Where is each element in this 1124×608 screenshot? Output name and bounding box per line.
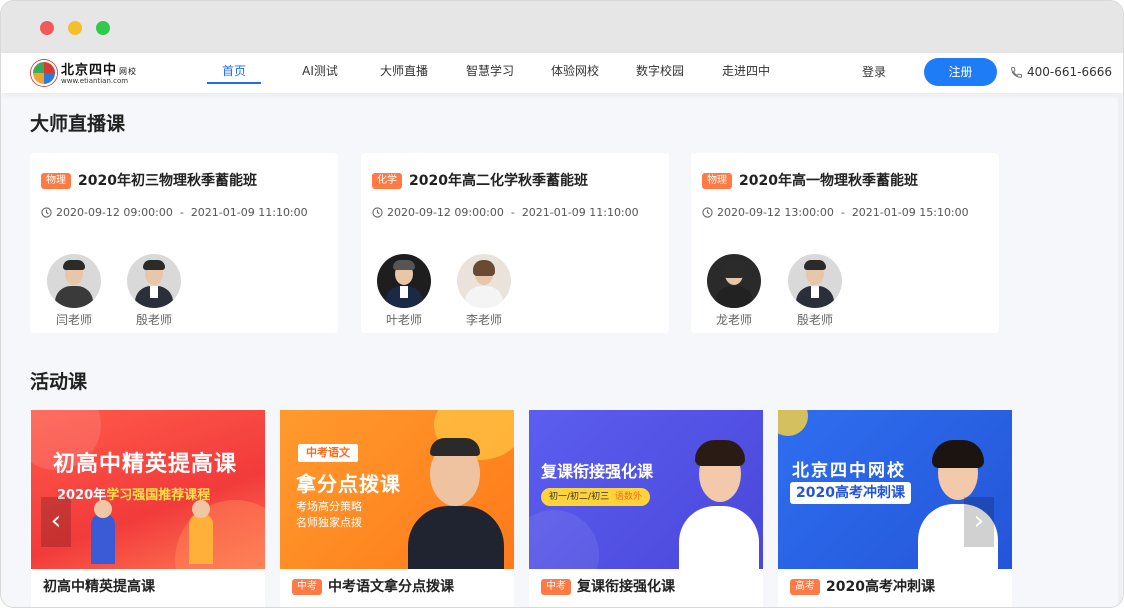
banner-pill: 初一/初二/初三 语数外 bbox=[541, 488, 650, 506]
teacher[interactable]: 闫老师 bbox=[47, 254, 101, 328]
activity-course-title[interactable]: 高考 2020高考冲刺课 bbox=[790, 576, 935, 596]
banner-subline: 2020高考冲刺课 bbox=[790, 482, 911, 504]
nav-ai-test[interactable]: AI测试 bbox=[293, 53, 347, 93]
teacher-name: 殷老师 bbox=[796, 313, 833, 327]
activity-course-card[interactable]: 中考语文 拿分点拨课 考场高分策略 名师独家点拨 中考 中考语文拿分点拨课 bbox=[280, 410, 514, 607]
carousel-next-button[interactable]: › bbox=[964, 497, 994, 547]
teacher-avatar bbox=[377, 254, 431, 308]
subject-tag: 物理 bbox=[41, 173, 71, 189]
phone-icon bbox=[1011, 67, 1022, 78]
clock-icon bbox=[372, 207, 383, 218]
course-time: 2020-09-12 09:00:00 - 2021-01-09 11:10:0… bbox=[372, 206, 639, 219]
teacher[interactable]: 李老师 bbox=[457, 254, 511, 328]
site-logo[interactable]: 北京四中 网校 www.etiantian.com bbox=[31, 58, 149, 88]
teacher-name: 叶老师 bbox=[385, 313, 422, 327]
activity-banner[interactable]: 复课衔接强化课 初一/初二/初三 语数外 bbox=[529, 410, 763, 569]
subject-tag: 物理 bbox=[702, 173, 732, 189]
teacher-avatar bbox=[47, 254, 101, 308]
teacher[interactable]: 叶老师 bbox=[377, 254, 431, 328]
activity-course-title[interactable]: 中考 中考语文拿分点拨课 bbox=[292, 576, 454, 596]
teacher-name: 闫老师 bbox=[55, 313, 92, 327]
teacher[interactable]: 龙老师 bbox=[707, 254, 761, 328]
login-link[interactable]: 登录 bbox=[862, 53, 886, 91]
teacher-avatar bbox=[457, 254, 511, 308]
nav-trial-school[interactable]: 体验网校 bbox=[548, 53, 602, 93]
banner-headline: 拿分点拨课 bbox=[296, 472, 401, 496]
logo-text: 北京四中 网校 bbox=[61, 63, 138, 78]
register-button[interactable]: 注册 bbox=[924, 58, 997, 86]
carousel-prev-button[interactable]: ‹ bbox=[41, 497, 71, 547]
nav-home[interactable]: 首页 bbox=[207, 53, 261, 93]
teacher-name: 李老师 bbox=[465, 313, 502, 327]
live-course-card[interactable]: 物理 2020年高一物理秋季蓄能班 2020-09-12 13:00:00 - … bbox=[691, 153, 999, 333]
level-tag: 高考 bbox=[790, 579, 820, 595]
nav-smart-learning[interactable]: 智慧学习 bbox=[463, 53, 517, 93]
course-time: 2020-09-12 13:00:00 - 2021-01-09 15:10:0… bbox=[702, 206, 969, 219]
clock-icon bbox=[702, 207, 713, 218]
teacher-avatar bbox=[788, 254, 842, 308]
level-tag: 中考 bbox=[541, 579, 571, 595]
activity-course-title[interactable]: 初高中精英提高课 bbox=[43, 576, 155, 596]
course-time: 2020-09-12 09:00:00 - 2021-01-09 11:10:0… bbox=[41, 206, 308, 219]
hotline: 400-661-6666 bbox=[1010, 53, 1112, 91]
teacher-name: 殷老师 bbox=[135, 313, 172, 327]
course-title[interactable]: 2020年高二化学秋季蓄能班 bbox=[409, 170, 588, 190]
nav-master-live[interactable]: 大师直播 bbox=[377, 53, 431, 93]
phone-number: 400-661-6666 bbox=[1027, 65, 1113, 79]
banner-headline: 北京四中网校 bbox=[792, 461, 906, 481]
banner-subline: 2020年学习强国推荐课程 bbox=[57, 488, 211, 503]
activity-section-title: 活动课 bbox=[30, 371, 88, 393]
banner-headline: 初高中精英提高课 bbox=[53, 452, 238, 477]
live-course-card[interactable]: 物理 2020年初三物理秋季蓄能班 2020-09-12 09:00:00 - … bbox=[30, 153, 338, 333]
logo-emblem-icon bbox=[31, 60, 57, 86]
banner-badge: 中考语文 bbox=[298, 444, 358, 462]
page-scrollbar[interactable] bbox=[1118, 93, 1122, 607]
close-window-button[interactable] bbox=[40, 21, 54, 35]
activity-course-card[interactable]: 复课衔接强化课 初一/初二/初三 语数外 中考 复课衔接强化课 bbox=[529, 410, 763, 607]
activity-banner[interactable]: 中考语文 拿分点拨课 考场高分策略 名师独家点拨 bbox=[280, 410, 514, 569]
logo-url: www.etiantian.com bbox=[61, 77, 129, 85]
nav-digital-campus[interactable]: 数字校园 bbox=[633, 53, 687, 93]
banner-subline: 名师独家点拨 bbox=[296, 516, 362, 529]
teacher-avatar bbox=[127, 254, 181, 308]
top-navbar: 北京四中 网校 www.etiantian.com 首页 AI测试 大师直播 智慧… bbox=[1, 53, 1123, 93]
window-titlebar bbox=[1, 1, 1123, 53]
course-title[interactable]: 2020年高一物理秋季蓄能班 bbox=[739, 170, 918, 190]
course-title[interactable]: 2020年初三物理秋季蓄能班 bbox=[78, 170, 257, 190]
level-tag: 中考 bbox=[292, 579, 322, 595]
banner-headline: 复课衔接强化课 bbox=[541, 462, 654, 481]
teacher[interactable]: 殷老师 bbox=[127, 254, 181, 328]
live-section-title: 大师直播课 bbox=[30, 113, 126, 135]
banner-subline: 考场高分策略 bbox=[296, 500, 362, 513]
teacher-name: 龙老师 bbox=[715, 313, 752, 327]
nav-about-school[interactable]: 走进四中 bbox=[719, 53, 773, 93]
subject-tag: 化学 bbox=[372, 173, 402, 189]
maximize-window-button[interactable] bbox=[96, 21, 110, 35]
browser-window: 北京四中 网校 www.etiantian.com 首页 AI测试 大师直播 智慧… bbox=[0, 0, 1124, 608]
clock-icon bbox=[41, 207, 52, 218]
teacher[interactable]: 殷老师 bbox=[788, 254, 842, 328]
live-course-card[interactable]: 化学 2020年高二化学秋季蓄能班 2020-09-12 09:00:00 - … bbox=[361, 153, 669, 333]
activity-course-title[interactable]: 中考 复课衔接强化课 bbox=[541, 576, 675, 596]
minimize-window-button[interactable] bbox=[68, 21, 82, 35]
teacher-avatar bbox=[707, 254, 761, 308]
